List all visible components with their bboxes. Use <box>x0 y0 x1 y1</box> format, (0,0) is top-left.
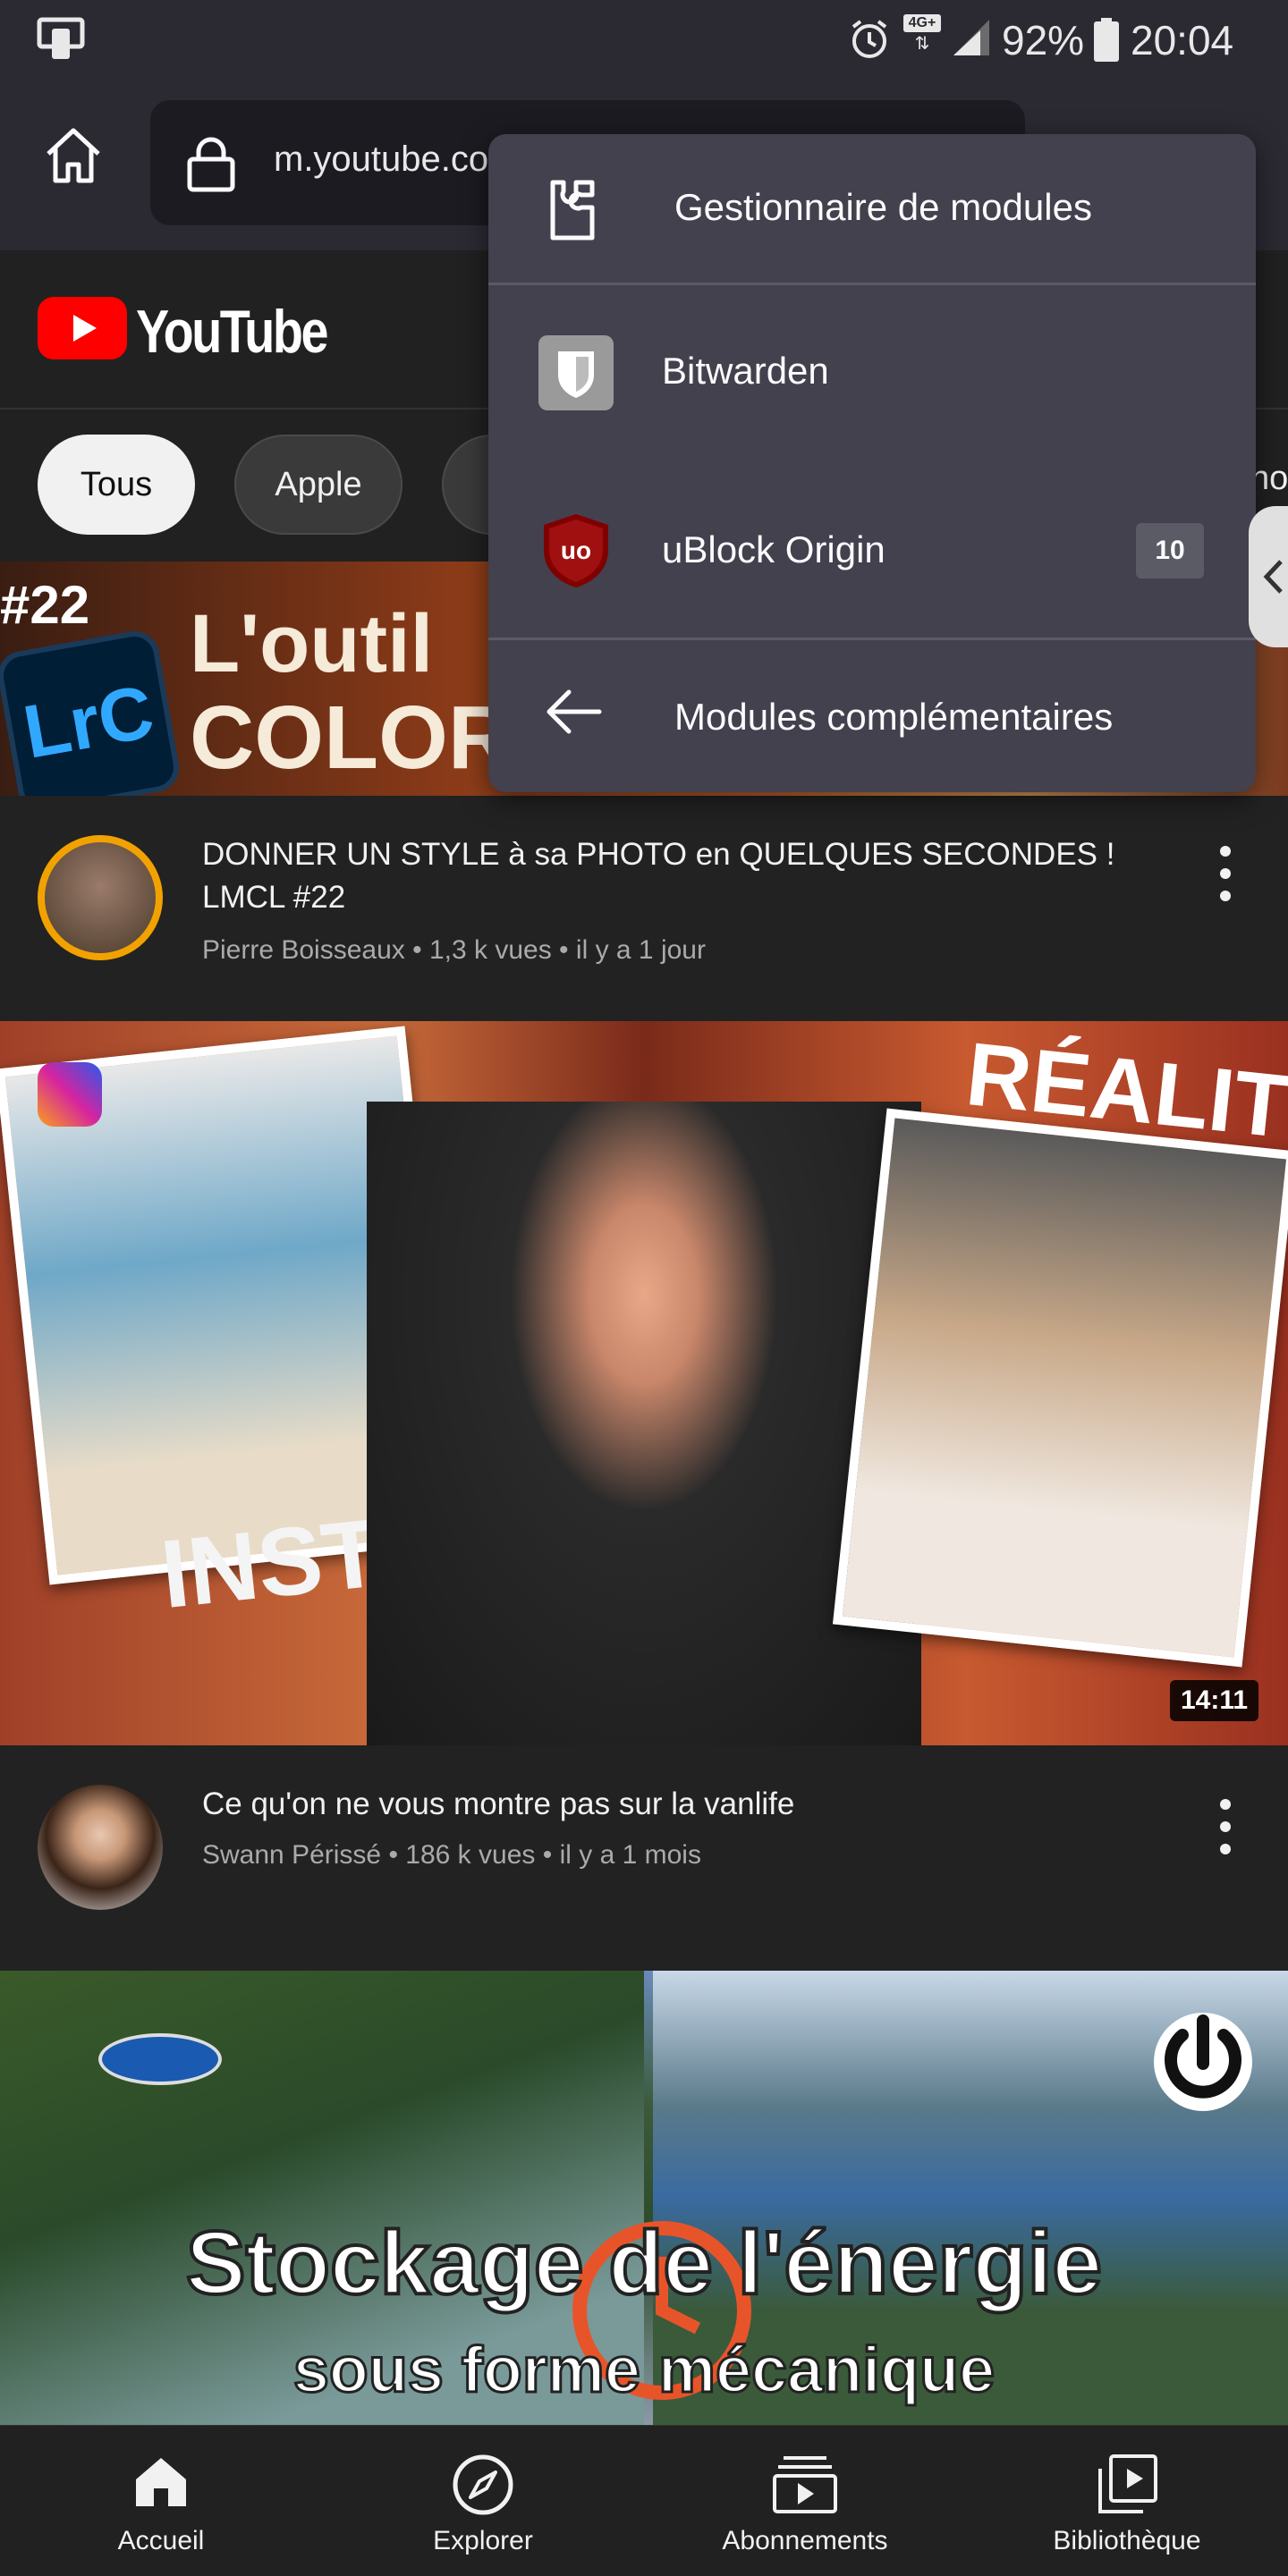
video-meta: Pierre Boisseaux • 1,3 k vues • il y a 1… <box>202 935 706 965</box>
nav-label: Bibliothèque <box>1053 2526 1201 2555</box>
menu-item-label: uBlock Origin <box>662 528 886 570</box>
back-arrow-icon <box>547 689 602 734</box>
video-title[interactable]: Ce qu'on ne vous montre pas sur la vanli… <box>202 1783 1123 1826</box>
chip-apple[interactable]: Apple <box>234 435 402 535</box>
thumb-reservoir <box>98 2033 222 2085</box>
url-text: m.youtube.com <box>274 139 519 179</box>
home-icon <box>136 2458 186 2506</box>
signal-icon <box>953 20 989 55</box>
status-bar: 4G+ ⇅ 92% 20:04 <box>0 0 1288 80</box>
youtube-logo-text[interactable]: YouTube <box>136 297 328 367</box>
compass-icon <box>453 2454 513 2515</box>
more-options-icon[interactable] <box>1208 1795 1243 1858</box>
bitwarden-icon <box>538 335 614 410</box>
nav-home[interactable]: Accueil <box>27 2426 295 2576</box>
chevron-left-icon <box>1263 560 1283 594</box>
video-duration: 14:11 <box>1170 1680 1259 1721</box>
more-options-icon[interactable] <box>1208 842 1243 905</box>
thumb-text: #22 <box>0 575 90 635</box>
side-panel-handle[interactable] <box>1249 506 1288 647</box>
nav-label: Accueil <box>117 2526 205 2555</box>
nav-subscriptions[interactable]: Abonnements <box>671 2426 939 2576</box>
nav-library[interactable]: Bibliothèque <box>993 2426 1261 2576</box>
video-title[interactable]: DONNER UN STYLE à sa PHOTO en QUELQUES S… <box>202 833 1123 919</box>
lightroom-badge: LrC <box>0 627 183 796</box>
instagram-icon <box>38 1062 102 1127</box>
alarm-icon <box>852 20 887 58</box>
clock: 20:04 <box>1131 17 1234 63</box>
bottom-navigation: Accueil Explorer Abonnements Bibliothèqu… <box>0 2425 1288 2576</box>
menu-item-label: Modules complémentaires <box>674 696 1114 738</box>
thumb-person <box>367 1102 921 1745</box>
menu-item-label: Bitwarden <box>662 350 829 392</box>
nav-explore[interactable]: Explorer <box>349 2426 617 2576</box>
svg-text:uo: uo <box>561 536 591 564</box>
video-thumbnail[interactable]: Stockage de l'énergie sous forme mécaniq… <box>0 1971 1288 2425</box>
subscriptions-icon <box>773 2456 837 2513</box>
badge-count: 10 <box>1136 523 1204 579</box>
extensions-menu: Gestionnaire de modules Bitwarden uo uBl… <box>488 134 1256 792</box>
thumb-text: COLOR <box>190 688 513 788</box>
ublock-icon: uo <box>544 514 608 587</box>
library-icon <box>1098 2454 1157 2513</box>
screen-mirror-icon <box>37 17 85 59</box>
lock-icon <box>187 137 235 192</box>
chip-tous[interactable]: Tous <box>38 435 195 535</box>
power-icon <box>1154 2013 1252 2111</box>
video-thumbnail[interactable]: INSTA RÉALITÉ 14:11 <box>0 1021 1288 1745</box>
battery-icon <box>1094 18 1119 62</box>
nav-label: Explorer <box>433 2526 533 2555</box>
menu-item-ublock-origin[interactable]: uo uBlock Origin 10 <box>488 460 1256 638</box>
thumb-text: Stockage de l'énergie <box>184 2211 1104 2315</box>
puzzle-icon <box>550 180 595 241</box>
chip-partial[interactable]: ho <box>1250 460 1288 498</box>
video-meta: Swann Périssé • 186 k vues • il y a 1 mo… <box>202 1840 701 1870</box>
network-indicator: 4G+ ⇅ <box>903 14 941 59</box>
battery-percent: 92% <box>1002 17 1085 63</box>
thumb-photo-right <box>832 1108 1288 1668</box>
thumb-text: sous forme mécanique <box>292 2334 996 2408</box>
nav-label: Abonnements <box>722 2526 888 2555</box>
menu-item-label: Gestionnaire de modules <box>674 186 1092 228</box>
menu-item-manage-extensions[interactable]: Gestionnaire de modules <box>488 134 1256 283</box>
menu-item-addons[interactable]: Modules complémentaires <box>488 640 1256 792</box>
thumb-text: L'outil <box>190 598 434 689</box>
avatar[interactable] <box>38 1785 163 1910</box>
menu-item-bitwarden[interactable]: Bitwarden <box>488 285 1256 460</box>
youtube-logo-icon[interactable] <box>38 297 127 359</box>
home-button[interactable] <box>41 123 106 188</box>
avatar[interactable] <box>38 835 163 960</box>
